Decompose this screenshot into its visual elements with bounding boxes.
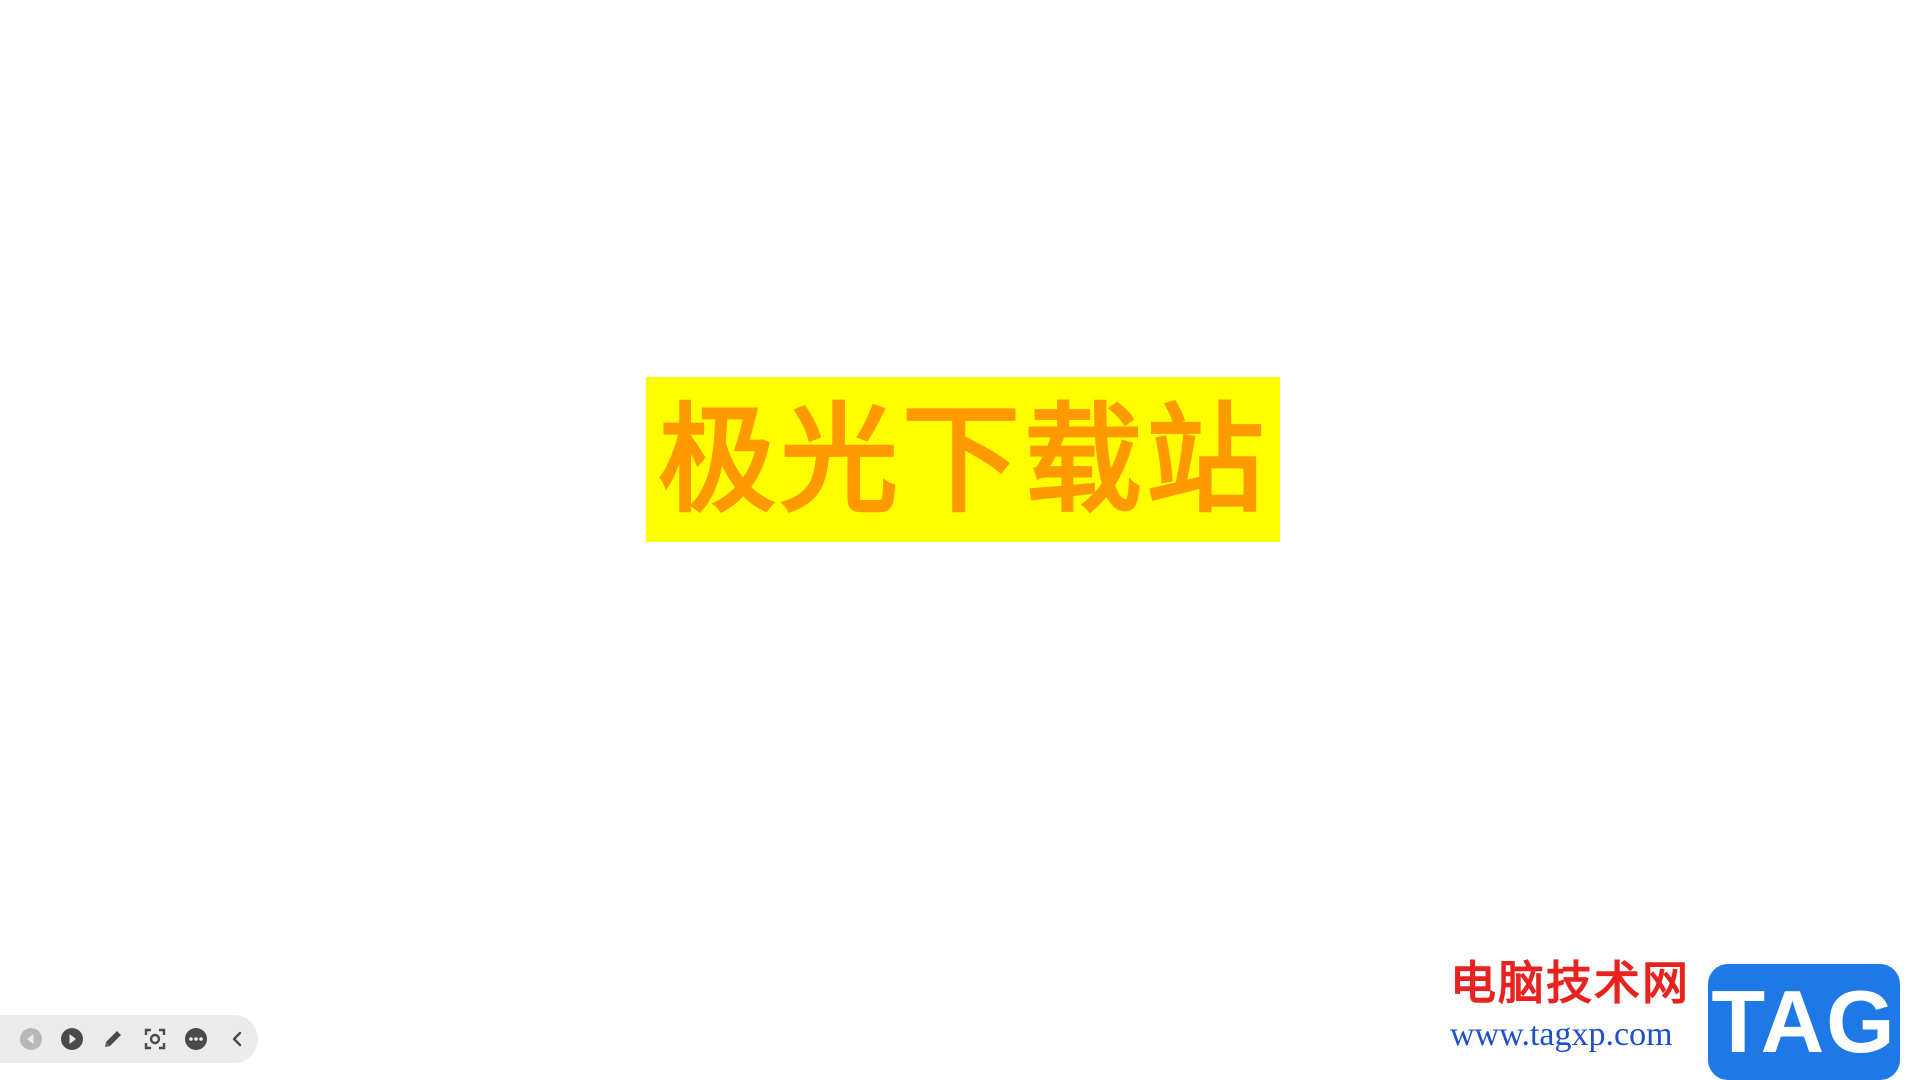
slide-title-box: 极光下载站 <box>646 377 1280 542</box>
pen-button[interactable] <box>93 1019 134 1059</box>
previous-slide-button[interactable] <box>10 1019 51 1059</box>
next-slide-button[interactable] <box>51 1019 92 1059</box>
collapse-chevron-icon <box>233 1031 242 1047</box>
tag-logo: TAG <box>1708 964 1900 1080</box>
more-options-button[interactable] <box>175 1019 216 1059</box>
presentation-toolbar <box>0 1015 258 1063</box>
site-watermark: 电脑技术网 www.tagxp.com TAG <box>1450 955 1920 1080</box>
slideshow-stage[interactable]: 极光下载站 电脑技术网 www.tagxp.com TAG <box>0 0 1920 1080</box>
pen-icon <box>105 1031 122 1047</box>
collapse-toolbar-button[interactable] <box>217 1019 258 1059</box>
watermark-site-name: 电脑技术网 <box>1450 956 1690 1010</box>
more-options-icon <box>184 1028 207 1050</box>
next-slide-icon <box>60 1028 83 1050</box>
tag-logo-text: TAG <box>1711 972 1897 1071</box>
zoom-button[interactable] <box>134 1019 175 1059</box>
watermark-url: www.tagxp.com <box>1450 1016 1673 1053</box>
previous-slide-icon <box>19 1028 42 1050</box>
zoom-icon <box>144 1028 165 1050</box>
slide-title: 极光下载站 <box>657 390 1268 529</box>
